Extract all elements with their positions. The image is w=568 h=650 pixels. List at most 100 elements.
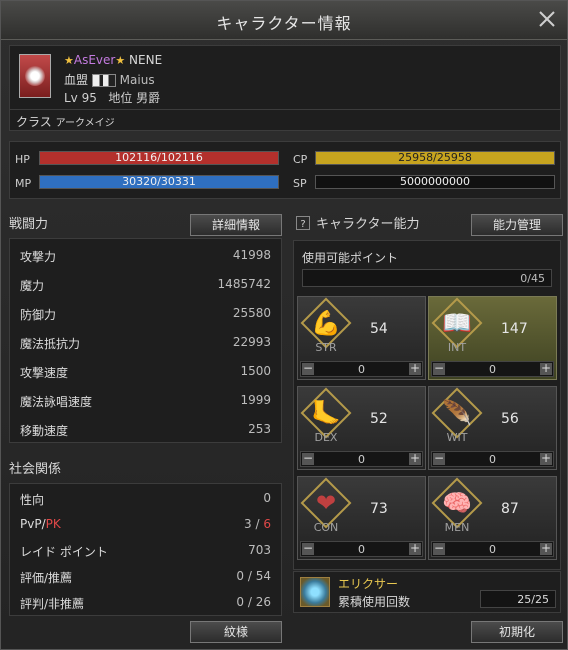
help-icon[interactable]: ? — [296, 216, 310, 230]
level-line: Lv 95 地位 男爵 — [64, 89, 160, 106]
stat-dex: 🦶 DEX 52 − 0 + — [297, 386, 426, 470]
mp-value: 30320/30331 — [122, 175, 196, 188]
class-emblem-icon — [19, 54, 51, 98]
stat-row: 魔力 1485742 — [20, 277, 271, 293]
points-field: 0/45 — [302, 269, 552, 287]
stat-value: 52 — [370, 411, 388, 427]
heart-icon: ❤ — [315, 489, 337, 517]
stat-abbr: WIT — [446, 431, 468, 444]
brain-icon: 🧠 — [442, 489, 472, 517]
rank-label: 地位 — [108, 91, 133, 105]
stat-wit: 🪶 WIT 56 − 0 + — [428, 386, 557, 470]
reputation-row: 評判/非推薦 0 / 26 — [20, 595, 271, 611]
class-value: アークメイジ — [55, 118, 115, 129]
stat-row: 攻撃力 41998 — [20, 248, 271, 264]
stat-men: 🧠 MEN 87 − 0 + — [428, 476, 557, 560]
dex-stepper: − 0 + — [300, 451, 423, 467]
stat-abbr: MEN — [444, 521, 470, 534]
character-info-window: キャラクター情報 ★AsEver★ NENE 血盟 Maius Lv 95 地位… — [0, 0, 568, 650]
class-label: クラス — [16, 115, 52, 129]
character-name: NENE — [129, 53, 163, 67]
plus-button[interactable]: + — [409, 452, 421, 465]
stat-row: 魔法詠唱速度 1999 — [20, 393, 271, 409]
feather-icon: 🪶 — [442, 399, 472, 427]
clan-name: Maius — [119, 73, 155, 87]
ability-manage-button[interactable]: 能力管理 — [471, 214, 563, 236]
plus-button[interactable]: + — [409, 542, 421, 555]
elixir-field: 25/25 — [480, 590, 556, 608]
cp-label: CP — [293, 153, 308, 166]
points-label: 使用可能ポイント — [302, 251, 399, 265]
str-stepper: − 0 + — [300, 361, 423, 377]
stat-value: 56 — [501, 411, 519, 427]
men-stepper: − 0 + — [431, 541, 554, 557]
elixir-icon — [300, 577, 330, 607]
sp-bar: 5000000000 — [315, 175, 555, 189]
detail-info-button[interactable]: 詳細情報 — [190, 214, 282, 236]
clan-crest-icon — [91, 74, 116, 87]
stat-int: 📖 INT 147 − 0 + — [428, 296, 557, 380]
sp-value: 5000000000 — [400, 175, 470, 188]
mp-bar: 30320/30331 — [39, 175, 279, 189]
stat-row: 魔法抵抗力 22993 — [20, 335, 271, 351]
stat-abbr: STR — [315, 341, 337, 354]
ability-title: キャラクター能力 — [316, 217, 420, 232]
social-list: 性向 0 PvP/PK 3 / 6 レイド ポイント 703 評価/推薦 0 / 54… — [9, 483, 282, 616]
arm-icon: 💪 — [311, 309, 341, 337]
stat-value: 54 — [370, 321, 388, 337]
stat-str: 💪 STR 54 − 0 + — [297, 296, 426, 380]
crest-button[interactable]: 紋様 — [190, 621, 282, 643]
star-icon: ★ — [115, 54, 126, 67]
karma-row: 性向 0 — [20, 491, 271, 507]
reset-button[interactable]: 初期化 — [471, 621, 563, 643]
foot-icon: 🦶 — [311, 399, 341, 427]
con-stepper: − 0 + — [300, 541, 423, 557]
hp-bar: 102116/102116 — [39, 151, 279, 165]
plus-button[interactable]: + — [540, 452, 552, 465]
divider — [10, 109, 560, 110]
combat-title: 戦闘力 — [9, 217, 49, 232]
elixir-value: 25/25 — [517, 593, 549, 606]
stat-row: 移動速度 253 — [20, 422, 271, 438]
vitals-panel: HP 102116/102116 MP 30320/30331 CP 25958… — [9, 141, 561, 199]
stat-abbr: DEX — [314, 431, 338, 444]
elixir-sub-label: 累積使用回数 — [338, 595, 411, 609]
plus-button[interactable]: + — [540, 362, 552, 375]
stat-abbr: INT — [447, 341, 467, 354]
sp-label: SP — [293, 177, 307, 190]
alliance-label: 血盟 — [64, 73, 89, 87]
close-icon[interactable] — [537, 9, 557, 29]
profile-panel: ★AsEver★ NENE 血盟 Maius Lv 95 地位 男爵 クラス ア… — [9, 45, 561, 131]
name-line: ★AsEver★ NENE — [64, 53, 162, 67]
hp-value: 102116/102116 — [115, 151, 203, 164]
title-bar[interactable]: キャラクター情報 — [1, 1, 567, 40]
pvp-row: PvP/PK 3 / 6 — [20, 517, 271, 531]
combat-stats-list: 攻撃力 41998 魔力 1485742 防御力 25580 魔法抵抗力 22993 攻… — [9, 238, 282, 443]
window-title: キャラクター情報 — [216, 14, 352, 33]
star-icon: ★ — [64, 54, 74, 67]
svg-text:?: ? — [300, 219, 305, 230]
cp-bar: 25958/25958 — [315, 151, 555, 165]
raid-row: レイド ポイント 703 — [20, 543, 271, 559]
elixir-panel: エリクサー 累積使用回数 25/25 — [293, 571, 561, 613]
points-value: 0/45 — [520, 272, 545, 285]
stat-con: ❤ CON 73 − 0 + — [297, 476, 426, 560]
clan-line: 血盟 Maius — [64, 71, 155, 88]
stat-abbr: CON — [313, 521, 339, 534]
wit-stepper: − 0 + — [431, 451, 554, 467]
rank-value: 男爵 — [136, 91, 161, 105]
plus-button[interactable]: + — [540, 542, 552, 555]
stat-value: 73 — [370, 501, 388, 517]
level: Lv 95 — [64, 91, 97, 105]
elixir-label: エリクサー — [338, 577, 399, 591]
plus-button[interactable]: + — [409, 362, 421, 375]
pledge-name: AsEver — [73, 53, 116, 67]
int-stepper: − 0 + — [431, 361, 554, 377]
hp-label: HP — [15, 153, 30, 166]
class-line: クラス アークメイジ — [16, 113, 115, 130]
mp-label: MP — [15, 177, 32, 190]
stat-value: 147 — [501, 321, 528, 337]
book-icon: 📖 — [442, 309, 472, 337]
stat-row: 防御力 25580 — [20, 306, 271, 322]
cp-value: 25958/25958 — [398, 151, 472, 164]
